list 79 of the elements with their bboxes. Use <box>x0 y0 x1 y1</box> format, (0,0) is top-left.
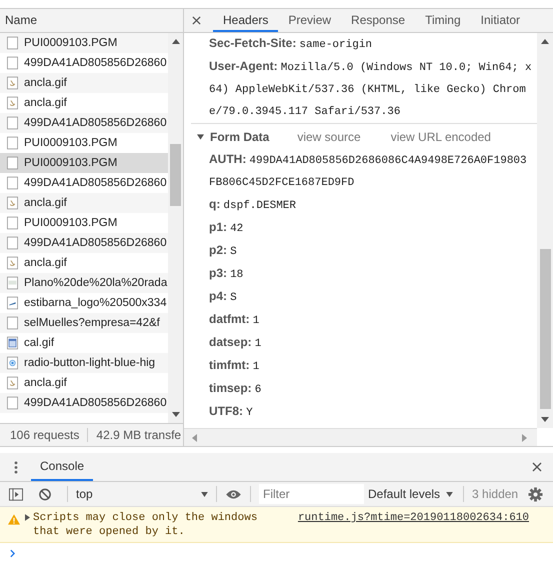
image-file-icon <box>7 96 18 110</box>
request-row[interactable]: ancla.gif <box>0 193 168 213</box>
column-header[interactable]: Name <box>0 9 183 33</box>
document-icon <box>7 116 18 130</box>
request-row[interactable]: 499DA41AD805856D26860 <box>0 113 168 133</box>
scroll-down-icon[interactable] <box>172 412 180 417</box>
caret-icon <box>201 492 208 496</box>
header-line: Sec-Fetch-Site: same-origin <box>209 35 374 53</box>
scroll-down-icon[interactable] <box>541 417 549 422</box>
close-icon[interactable] <box>532 462 542 472</box>
context-selector[interactable]: top <box>76 487 208 501</box>
form-field-line: p3: 18 <box>209 265 244 283</box>
request-row[interactable]: selMuelles?empresa=42&f <box>0 313 168 333</box>
header-line: User-Agent: Mozilla/5.0 (Windows NT 10.0; Win64; x64) AppleWebKit/537.36 (KHTML, like Gecko) Chrome/79.0.3945.117 Safari/537.36 <box>209 58 533 120</box>
sidebar-toggle-icon[interactable] <box>9 488 23 500</box>
scroll-up-icon[interactable] <box>541 39 549 44</box>
scroll-thumb[interactable] <box>170 144 181 206</box>
form-field-line: p2: S <box>209 242 238 260</box>
panel-tab[interactable]: Initiator <box>470 9 530 32</box>
request-row[interactable]: ancla.gif <box>0 73 168 93</box>
more-options-icon[interactable] <box>14 460 18 474</box>
scroll-up-icon[interactable] <box>172 39 180 44</box>
settings-icon[interactable] <box>528 486 544 502</box>
image-file-icon <box>7 376 18 390</box>
view-toggle-link[interactable]: view URL encoded <box>390 130 491 144</box>
expanded-triangle-icon[interactable] <box>197 134 204 140</box>
request-count: 106 requests <box>10 428 80 442</box>
eye-icon[interactable] <box>225 488 242 500</box>
clear-console-icon[interactable] <box>38 488 52 500</box>
request-row[interactable]: PUI0009103.PGM <box>0 33 168 53</box>
form-field-line: p4: S <box>209 288 238 306</box>
form-field-line: UTF8: Y <box>209 403 254 421</box>
panel-tab[interactable]: Response <box>341 9 416 32</box>
prompt-chevron-icon[interactable] <box>10 548 15 558</box>
document-icon <box>7 396 18 410</box>
panel-tab[interactable]: Headers <box>213 9 278 32</box>
request-row[interactable]: radio-button-light-blue-hig <box>0 353 168 373</box>
levels-dropdown[interactable]: Default levels <box>368 487 454 501</box>
document-icon <box>7 216 18 230</box>
scrollbar[interactable] <box>537 33 553 428</box>
radio-image-icon <box>7 356 18 370</box>
close-icon[interactable] <box>192 16 201 25</box>
form-field-line: timsep: 6 <box>209 380 262 398</box>
transfer-size: 42.9 MB transfe <box>96 428 182 442</box>
document-icon <box>7 156 18 170</box>
image-file-icon <box>7 276 18 290</box>
form-field-line: timfmt: 1 <box>209 357 260 375</box>
filter-field[interactable]: Filter <box>259 484 364 504</box>
hidden-count: 3 hidden <box>472 487 518 501</box>
calendar-icon <box>7 336 18 350</box>
document-icon <box>7 176 18 190</box>
request-row[interactable]: PUI0009103.PGM <box>0 153 168 173</box>
panel-tab[interactable]: Preview <box>278 9 342 32</box>
panel-tab[interactable]: Timing <box>415 9 471 32</box>
scrollbar[interactable] <box>168 33 183 423</box>
form-field-line: datfmt: 1 <box>209 311 260 329</box>
image-file-icon <box>7 196 18 210</box>
document-icon <box>7 136 18 150</box>
expand-triangle-icon[interactable] <box>25 514 30 521</box>
scroll-thumb[interactable] <box>540 249 550 409</box>
image-file-icon <box>7 256 18 270</box>
request-row[interactable]: 499DA41AD805856D26860 <box>0 233 168 253</box>
request-row[interactable]: 499DA41AD805856D26860 <box>0 393 168 413</box>
document-icon <box>7 56 18 70</box>
image-file-icon <box>7 296 18 310</box>
request-row[interactable]: Plano%20de%20la%20rada <box>0 273 168 293</box>
document-icon <box>7 316 18 330</box>
source-link[interactable]: runtime.js?mtime=20190118002634:610 <box>298 511 529 525</box>
document-icon <box>7 36 18 50</box>
warning-icon <box>8 514 20 525</box>
form-field-line: q: dspf.DESMER <box>209 196 298 214</box>
view-toggle-link[interactable]: view source <box>297 130 361 144</box>
caret-icon <box>446 492 454 496</box>
document-icon <box>7 236 18 250</box>
section-title[interactable]: Form Data <box>210 130 270 144</box>
form-field-line: p1: 42 <box>209 219 244 237</box>
image-file-icon <box>7 76 18 90</box>
console-message: Scripts may close only the windows that were opened by it. <box>33 511 258 539</box>
form-field-line: datsep: 1 <box>209 334 262 352</box>
